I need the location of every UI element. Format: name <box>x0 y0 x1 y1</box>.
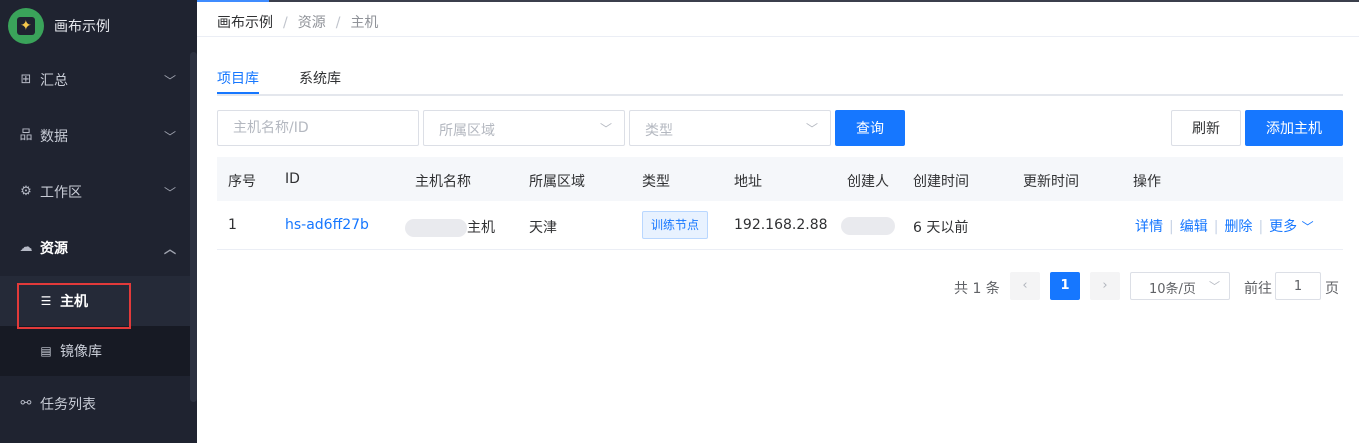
prev-page-button[interactable]: ‹ <box>1010 272 1040 300</box>
resources-submenu: ☰ 主机 ▤ 镜像库 <box>0 276 190 376</box>
column-header: 更新时间 <box>1023 174 1079 190</box>
row-index: 1 <box>228 217 237 233</box>
creator <box>841 217 895 235</box>
column-header: 所属区域 <box>529 174 585 190</box>
row-operations: 详情 | 编辑 | 删除 | 更多 ﹀ <box>1135 219 1314 235</box>
host-address: 192.168.2.88 <box>734 217 828 233</box>
hierarchy-icon: 品 <box>19 128 33 143</box>
type-tag: 训练节点 <box>642 211 709 239</box>
sidebar-item-label: 汇总 <box>40 73 68 89</box>
chevron-left-icon: ‹ <box>1022 278 1028 293</box>
cloud-icon: ☁ <box>19 240 33 255</box>
edit-link[interactable]: 编辑 <box>1180 219 1208 235</box>
page-number-button[interactable]: 1 <box>1050 272 1080 300</box>
column-header: 创建时间 <box>913 174 969 190</box>
top-progress-line <box>197 0 1359 2</box>
host-id-link[interactable]: hs-ad6ff27b <box>285 217 369 233</box>
column-header: 类型 <box>642 174 670 190</box>
page-size-select[interactable]: 10条/页 ﹀ <box>1130 272 1230 300</box>
chevron-down-icon: ﹀ <box>1209 280 1220 293</box>
redacted-text <box>841 217 895 235</box>
breadcrumb-separator: / <box>283 15 288 31</box>
breadcrumb-item[interactable]: 资源 <box>298 15 326 31</box>
sidebar-item-hosts[interactable]: ☰ 主机 <box>0 276 190 329</box>
region-select-placeholder: 所属区域 <box>439 123 495 139</box>
highlight-box <box>17 283 131 329</box>
chevron-down-icon: ﹀ <box>1301 220 1314 234</box>
tab-bar: 项目库 系统库 <box>217 60 1343 96</box>
tab-active-indicator <box>217 92 259 94</box>
column-header: 地址 <box>734 174 762 190</box>
column-header: 主机名称 <box>415 174 471 190</box>
disk-icon: ▤ <box>40 344 52 358</box>
query-button[interactable]: 查询 <box>835 110 905 146</box>
page-unit-label: 页 <box>1325 281 1339 297</box>
table-header: 序号 ID 主机名称 所属区域 类型 地址 创建人 创建时间 更新时间 操作 <box>217 157 1343 201</box>
column-header: 序号 <box>228 174 256 190</box>
page-size-value: 10条/页 <box>1149 282 1196 297</box>
sidebar: ✦ 画布示例 ⊞ 汇总 ﹀ 品 数据 ﹀ ⚙ 工作区 ﹀ ☁ 资源 ︿ ☰ 主机… <box>0 0 197 443</box>
created-time: 6 天以前 <box>913 220 969 236</box>
type-select[interactable]: 类型 ﹀ <box>629 110 831 146</box>
type-select-placeholder: 类型 <box>645 123 673 139</box>
goto-page-input[interactable] <box>1275 272 1321 300</box>
host-name: 主机 <box>405 217 495 237</box>
breadcrumb: 画布示例 / 资源 / 主机 <box>217 12 378 32</box>
more-label: 更多 <box>1269 219 1298 235</box>
region-select[interactable]: 所属区域 ﹀ <box>423 110 625 146</box>
sidebar-item-label: 数据 <box>40 129 68 145</box>
tab-system-library[interactable]: 系统库 <box>299 68 341 88</box>
pagination-total: 共 1 条 <box>954 281 1000 297</box>
details-link[interactable]: 详情 <box>1135 219 1163 235</box>
host-name-suffix: 主机 <box>467 220 495 236</box>
chevron-down-icon: ﹀ <box>599 122 612 136</box>
chevron-down-icon: ﹀ <box>163 130 176 144</box>
breadcrumb-item[interactable]: 画布示例 <box>217 15 273 31</box>
next-page-button[interactable]: › <box>1090 272 1120 300</box>
sidebar-item-label: 资源 <box>40 241 68 257</box>
app-name: 画布示例 <box>54 19 110 35</box>
header-divider <box>197 36 1359 37</box>
host-search-input[interactable] <box>217 110 419 146</box>
tab-project-library[interactable]: 项目库 <box>217 68 259 88</box>
chevron-down-icon: ﹀ <box>163 186 176 200</box>
logo-icon: ✦ <box>8 8 44 44</box>
sidebar-item-data[interactable]: 品 数据 ﹀ <box>0 108 190 164</box>
delete-link[interactable]: 删除 <box>1224 219 1252 235</box>
sidebar-item-label: 工作区 <box>40 185 82 201</box>
host-region: 天津 <box>529 220 557 236</box>
breadcrumb-item: 主机 <box>350 15 379 31</box>
redacted-text <box>405 219 467 237</box>
sidebar-item-workspace[interactable]: ⚙ 工作区 ﹀ <box>0 164 190 220</box>
breadcrumb-separator: / <box>335 15 341 31</box>
column-header: 创建人 <box>847 174 889 190</box>
sidebar-menu: ⊞ 汇总 ﹀ 品 数据 ﹀ ⚙ 工作区 ﹀ ☁ 资源 ︿ ☰ 主机 ▤ 镜像库 … <box>0 52 190 432</box>
grid-icon: ⊞ <box>20 72 32 87</box>
gear-icon: ⚙ <box>20 184 32 199</box>
nodes-icon: ⚯ <box>20 396 32 411</box>
table-row: 1 hs-ad6ff27b 主机 天津 训练节点 192.168.2.88 6 … <box>217 201 1343 250</box>
goto-label: 前往 <box>1244 281 1272 297</box>
column-header: 操作 <box>1133 174 1161 190</box>
chevron-up-icon: ︿ <box>163 242 176 256</box>
chevron-down-icon: ﹀ <box>163 74 176 88</box>
add-host-button[interactable]: 添加主机 <box>1245 110 1343 146</box>
column-header: ID <box>285 171 300 187</box>
sidebar-item-label: 镜像库 <box>60 344 102 360</box>
chevron-right-icon: › <box>1102 278 1108 293</box>
sidebar-item-tasks[interactable]: ⚯ 任务列表 <box>0 376 190 432</box>
sidebar-item-images[interactable]: ▤ 镜像库 <box>0 326 190 376</box>
sidebar-item-resources[interactable]: ☁ 资源 ︿ <box>0 220 190 276</box>
refresh-button[interactable]: 刷新 <box>1171 110 1241 146</box>
chevron-down-icon: ﹀ <box>805 122 818 136</box>
sidebar-scrollbar[interactable] <box>190 52 197 402</box>
brand[interactable]: ✦ 画布示例 <box>0 0 197 52</box>
sidebar-item-summary[interactable]: ⊞ 汇总 ﹀ <box>0 52 190 108</box>
more-link[interactable]: 更多 ﹀ <box>1269 219 1313 235</box>
sidebar-item-label: 任务列表 <box>40 397 96 413</box>
